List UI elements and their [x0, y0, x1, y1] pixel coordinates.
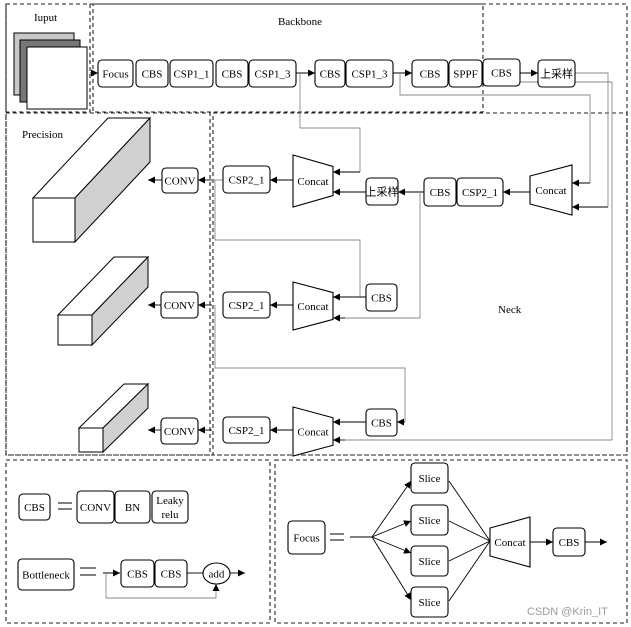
cbs-block-label: CBS — [420, 69, 441, 81]
cbs-block-label: CBS — [222, 69, 243, 81]
csp1-3-block: CSP1_3 — [345, 59, 394, 88]
concat-block-label: Concat — [297, 427, 328, 439]
legend-focus-block: Focus — [287, 520, 326, 555]
cbs-block: CBS — [135, 59, 169, 88]
csp1-1-block: CSP1_1 — [169, 59, 214, 88]
legend-add-node-label: add — [209, 569, 225, 581]
cbs-block-label: CBS — [430, 187, 451, 199]
csp1-1-block-label: CSP1_1 — [173, 69, 209, 81]
legend-cbs-block-label: CBS — [127, 569, 148, 581]
csp1-3-block: CSP1_3 — [248, 59, 297, 88]
legend-concat-block-label: Concat — [494, 537, 525, 549]
cbs-block-label: CBS — [320, 69, 341, 81]
concat-block: Concat — [292, 406, 334, 457]
legend-slice-block-label: Slice — [419, 473, 441, 485]
legend-slice-block: Slice — [410, 504, 449, 536]
cbs-block-label: CBS — [491, 68, 512, 80]
legend-leaky-relu-block: Leaky relu — [151, 490, 189, 524]
upsample-block: 上采样 — [537, 59, 576, 88]
csp2-1-block-label: CSP2_1 — [228, 175, 264, 187]
legend-cbs-block: CBS — [154, 559, 188, 588]
csp2-1-block-label: CSP2_1 — [462, 187, 498, 199]
cbs-block: CBS — [215, 59, 249, 88]
legend-bottleneck-block: Bottleneck — [17, 558, 75, 591]
cbs-bottleneck-legend-section — [5, 459, 271, 624]
focus-block-label: Focus — [102, 69, 128, 81]
concat-block: Concat — [529, 164, 573, 216]
cbs-block-label: CBS — [371, 293, 392, 305]
cbs-block-label: CBS — [371, 418, 392, 430]
legend-leaky-relu-block-label: relu — [161, 509, 179, 521]
diagram-canvas: Iuput Backbone Precision Neck Focus CBS … — [5, 3, 628, 624]
legend-cbs-block: CBS — [120, 559, 155, 588]
csp1-3-block-label: CSP1_3 — [254, 69, 291, 81]
sppf-block: SPPF — [448, 59, 483, 88]
legend-cbs-block-label: CBS — [161, 569, 182, 581]
conv-block: CONV — [161, 167, 199, 194]
legend-slice-block-label: Slice — [419, 515, 441, 527]
input-title: Iuput — [34, 12, 57, 24]
sppf-block-label: SPPF — [453, 69, 477, 81]
legend-leaky-relu-block-label: Leaky — [156, 495, 184, 507]
legend-slice-block-label: Slice — [419, 556, 441, 568]
legend-cbs-block-label: CBS — [559, 537, 580, 549]
csp2-1-block-label: CSP2_1 — [228, 425, 264, 437]
output-feature-small-icon — [77, 382, 150, 454]
conv-block-label: CONV — [164, 176, 195, 188]
output-feature-medium-icon — [56, 255, 150, 347]
backbone-title: Backbone — [278, 16, 322, 28]
legend-add-node: add — [202, 562, 231, 585]
csp2-1-block-label: CSP2_1 — [228, 300, 264, 312]
conv-block-label: CONV — [164, 300, 195, 312]
cbs-block: CBS — [423, 177, 457, 207]
legend-cbs-block: CBS — [552, 527, 586, 557]
concat-block-label: Concat — [535, 185, 566, 197]
input-image-stack-icon — [13, 32, 88, 110]
legend-cbs-block-label: CBS — [24, 502, 45, 514]
conv-block: CONV — [160, 291, 199, 319]
precision-title: Precision — [22, 129, 63, 141]
cbs-block: CBS — [365, 408, 398, 437]
legend-bn-block-label: BN — [125, 502, 140, 514]
legend-focus-block-label: Focus — [293, 533, 319, 545]
legend-conv-block: CONV — [76, 490, 115, 524]
neck-title: Neck — [498, 304, 522, 316]
watermark: CSDN @Krin_IT — [527, 606, 608, 618]
conv-block: CONV — [160, 417, 199, 445]
concat-block: Concat — [292, 154, 334, 208]
upsample-block-label: 上采样 — [540, 67, 573, 81]
concat-block-label: Concat — [297, 301, 328, 313]
concat-block-label: Concat — [297, 176, 328, 188]
concat-block: Concat — [292, 281, 334, 331]
cbs-block-label: CBS — [142, 69, 163, 81]
legend-concat-block: Concat — [489, 516, 531, 568]
csp2-1-block: CSP2_1 — [456, 177, 504, 207]
csp2-1-block: CSP2_1 — [222, 165, 271, 194]
upsample-block-label: 上采样 — [366, 185, 399, 199]
upsample-block: 上采样 — [365, 177, 399, 206]
csp2-1-block: CSP2_1 — [222, 291, 271, 319]
cbs-block: CBS — [482, 58, 521, 87]
legend-slice-block: Slice — [410, 586, 449, 618]
yolov5-architecture-diagram: Iuput Backbone Precision Neck Focus CBS … — [0, 0, 631, 627]
legend-slice-block: Slice — [410, 545, 449, 577]
csp1-3-block-label: CSP1_3 — [351, 69, 388, 81]
legend-slice-block: Slice — [410, 462, 449, 494]
legend-bottleneck-block-label: Bottleneck — [22, 570, 70, 582]
legend-bn-block: BN — [114, 490, 151, 524]
focus-block: Focus — [97, 59, 134, 88]
legend-slice-block-label: Slice — [419, 597, 441, 609]
legend-cbs-block: CBS — [18, 493, 51, 521]
csp2-1-block: CSP2_1 — [222, 416, 271, 444]
cbs-block: CBS — [314, 59, 346, 88]
cbs-block: CBS — [365, 283, 398, 312]
cbs-block: CBS — [411, 59, 449, 88]
legend-conv-block-label: CONV — [80, 502, 111, 514]
conv-block-label: CONV — [164, 426, 195, 438]
